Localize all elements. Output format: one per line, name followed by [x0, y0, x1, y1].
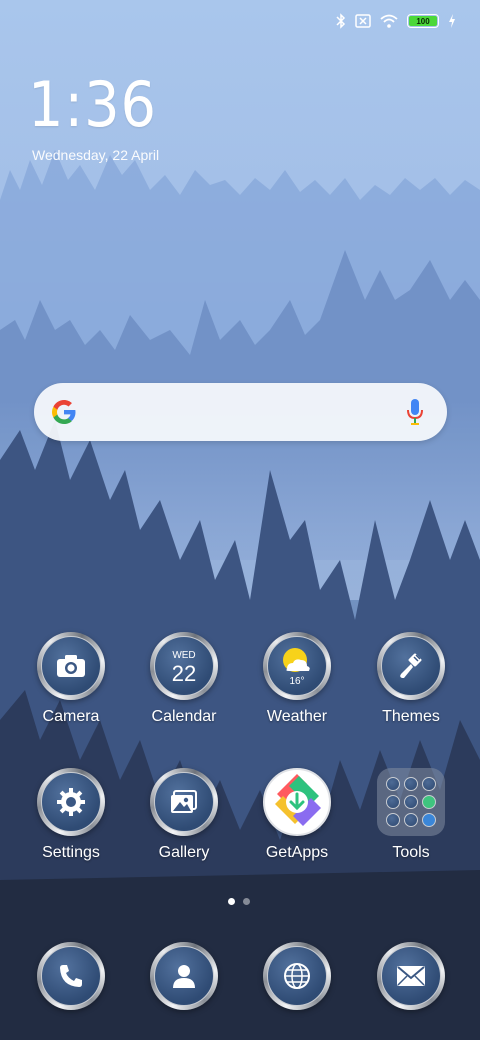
app-label: Calendar: [151, 708, 217, 725]
mini-app-icon: [386, 795, 400, 809]
no-sim-icon: [355, 14, 371, 28]
mini-app-icon: [422, 795, 436, 809]
mini-app-icon: [404, 813, 418, 827]
app-label: Tools: [392, 844, 430, 861]
app-label: Weather: [266, 708, 328, 725]
page-dot[interactable]: [243, 898, 250, 905]
weather-temperature: 16°: [289, 676, 305, 687]
app-label: Camera: [42, 708, 100, 725]
dock-contacts[interactable]: [129, 942, 239, 1010]
clock-date[interactable]: Wednesday, 22 April: [32, 147, 159, 163]
calendar-day-number: 22: [171, 661, 197, 686]
dock-browser[interactable]: [242, 942, 352, 1010]
mini-app-icon: [422, 777, 436, 791]
messaging-icon: [397, 966, 425, 986]
app-settings[interactable]: Settings: [16, 768, 126, 862]
app-camera[interactable]: Camera: [16, 632, 126, 726]
paintbrush-icon: [400, 653, 422, 678]
page-indicator: [228, 898, 250, 905]
app-label: Settings: [42, 844, 100, 861]
mini-app-icon: [422, 813, 436, 827]
bluetooth-icon: [336, 13, 346, 29]
mini-app-icon: [386, 813, 400, 827]
mini-app-icon: [404, 777, 418, 791]
app-getapps[interactable]: GetApps: [242, 768, 352, 862]
gallery-icon: [171, 790, 197, 813]
calendar-weekday: WED: [172, 650, 196, 661]
calendar-icon: WED 22: [154, 636, 214, 696]
gear-icon: [57, 788, 85, 816]
google-logo-icon: [52, 400, 76, 424]
dock-messaging[interactable]: [356, 942, 466, 1010]
app-tools-folder[interactable]: Tools: [356, 768, 466, 862]
status-bar: 100: [336, 10, 456, 32]
charging-icon: [449, 14, 455, 28]
browser-icon: [284, 963, 310, 989]
weather-icon: 16°: [267, 636, 327, 696]
microphone-icon[interactable]: [405, 398, 425, 426]
battery-indicator: 100: [407, 14, 439, 28]
page-dot-active[interactable]: [228, 898, 235, 905]
app-themes[interactable]: Themes: [356, 632, 466, 726]
mini-app-icon: [404, 795, 418, 809]
wifi-icon: [380, 14, 398, 28]
app-gallery[interactable]: Gallery: [129, 768, 239, 862]
phone-icon: [60, 965, 82, 987]
clock-time[interactable]: 1:36: [28, 68, 157, 141]
folder-icon: [377, 768, 445, 836]
app-calendar[interactable]: WED 22 Calendar: [129, 632, 239, 726]
getapps-icon: [263, 768, 331, 836]
app-label: GetApps: [265, 844, 329, 861]
app-weather[interactable]: 16° Weather: [242, 632, 352, 726]
app-label: Gallery: [158, 844, 210, 861]
camera-icon: [57, 655, 85, 677]
app-label: Themes: [382, 708, 440, 725]
dock-phone[interactable]: [16, 942, 126, 1010]
google-search-bar[interactable]: [34, 383, 447, 441]
contacts-icon: [173, 965, 195, 988]
mini-app-icon: [386, 777, 400, 791]
battery-level: 100: [409, 16, 437, 26]
